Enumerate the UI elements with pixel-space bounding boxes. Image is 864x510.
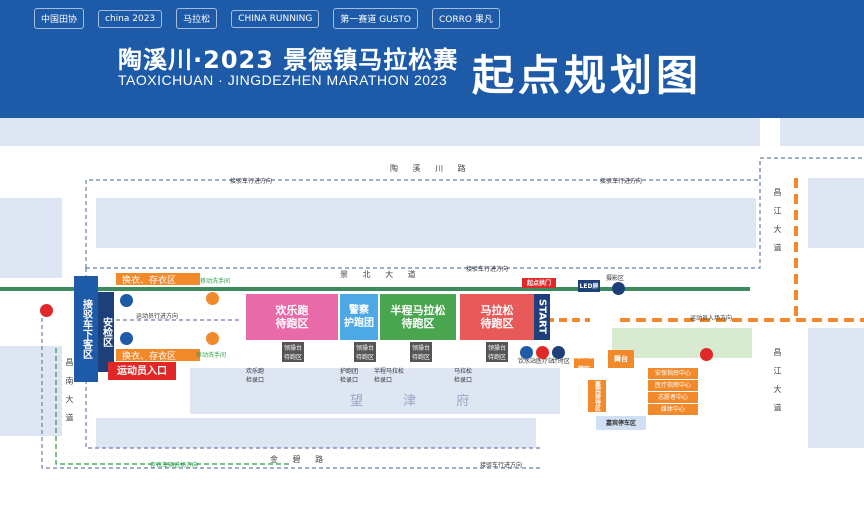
checkpoint-police: 护跑团 检录口 — [340, 368, 359, 384]
zone-guest-parking: 嘉宾停车区 — [596, 416, 646, 430]
title-english: TAOXICHUAN · JINGDEZHEN MARATHON 2023 — [118, 72, 448, 88]
title-start-plan: 起点规划图 — [472, 51, 703, 100]
timing-icon — [552, 346, 565, 359]
checkpoint-fun: 欢乐跑 检录口 — [246, 368, 265, 384]
label-athlete: 运动员行进方向 — [136, 313, 179, 320]
toilet-icon-4 — [206, 332, 219, 345]
tag-pickup-1: 领操台 待跑区 — [282, 342, 305, 362]
label-pickup-3: 接驳车行进方向 — [466, 266, 509, 273]
camera-icon — [612, 282, 625, 295]
zone-shuttle-dropoff: 接驳车下客区 — [74, 276, 98, 382]
service-security: 安保指挥中心 — [648, 368, 698, 379]
zone-marathon: 马拉松 待跑区 — [460, 294, 534, 340]
water-icon — [520, 346, 533, 359]
service-media: 媒体中心 — [648, 404, 698, 415]
zone-stage: 舞台 — [608, 350, 634, 368]
tag-pickup-3: 领操台 待跑区 — [410, 342, 433, 362]
map-area: 陶 溪 川 路 景 北 大 道 昌 江 大 道 昌 江 大 道 昌 南 大 道 … — [0, 118, 864, 510]
label-pickup-4: 接驳车行进方向 — [480, 462, 523, 469]
bar-change-bottom: 换衣、存衣区 — [116, 349, 200, 362]
logo-china-running: CHINA RUNNING — [231, 9, 320, 28]
no-entry-icon-right — [700, 348, 713, 361]
zone-reception: 嘉宾接待区 — [588, 380, 606, 412]
label-reverse: 运动员入场方向 — [690, 315, 733, 322]
label-toilet-bottom: 移动洗手间 — [196, 352, 227, 359]
logo-china: china 2023 — [98, 9, 163, 28]
label-photo: 摄影区 — [606, 275, 625, 282]
logo-athletics: 中国田协 — [34, 8, 85, 29]
toilet-icon — [120, 294, 133, 307]
zone-led: LED屏 — [578, 280, 600, 292]
zone-start: START — [534, 294, 550, 340]
zone-fun-run: 欢乐跑 待跑区 — [246, 294, 338, 340]
header-banner: 中国田协 china 2023 马拉松 CHINA RUNNING 第一赛道 G… — [0, 0, 864, 118]
logo-gusto: 第一赛道 GUSTO — [333, 8, 419, 29]
logo-marathon: 马拉松 — [176, 8, 218, 29]
label-bag-car: 存衣车辆进场方向 — [150, 462, 199, 469]
service-medical: 医疗指挥中心 — [648, 380, 698, 391]
toilet-icon-2 — [120, 332, 133, 345]
zone-entrance: 运动员入口 — [108, 362, 176, 380]
sponsor-logos: 中国田协 china 2023 马拉松 CHINA RUNNING 第一赛道 G… — [34, 8, 500, 29]
checkpoint-half: 半程马拉松 检录口 — [374, 368, 405, 384]
label-toilet-top: 移动洗手间 — [200, 278, 231, 285]
route-pickup-left — [41, 318, 540, 469]
route-pickup-mid — [86, 158, 761, 269]
tag-pickup-4: 领操台 待跑区 — [486, 342, 509, 362]
label-pickup-2: 接驳车行进方向 — [600, 178, 643, 185]
zone-half-marathon: 半程马拉松 待跑区 — [380, 294, 456, 340]
checkpoint-marathon: 马拉松 检录口 — [454, 368, 473, 384]
medical-icon — [536, 346, 549, 359]
toilet-icon-3 — [206, 292, 219, 305]
service-volunteer: 志愿者中心 — [648, 392, 698, 403]
route-pickup-top — [85, 157, 864, 268]
zone-start-gate: 起点拱门 — [522, 278, 556, 288]
zone-police: 警察 护跑团 — [340, 294, 378, 340]
tag-pickup-2: 领操台 待跑区 — [354, 342, 377, 362]
title-chinese: 陶溪川·2023 景德镇马拉松赛 — [118, 46, 459, 74]
bar-change-top: 换衣、存衣区 — [116, 273, 200, 286]
zone-security: 安检区 — [98, 292, 114, 372]
logo-corro: CORRO 果凡 — [432, 8, 500, 29]
zone-ops: 起点运营区 — [574, 353, 594, 373]
label-pickup-1: 接驳车行进方向 — [230, 178, 273, 185]
no-entry-icon — [40, 304, 53, 317]
